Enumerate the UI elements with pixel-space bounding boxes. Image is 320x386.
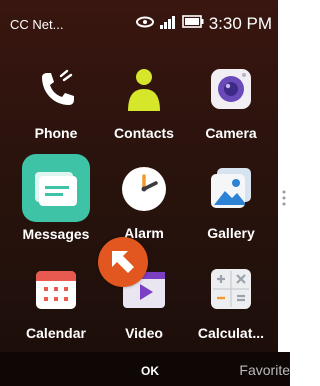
phone-device: CC Net... 3:30 PM Phone Contacts Camera … — [0, 0, 290, 386]
calendar-icon — [29, 262, 83, 316]
gallery-icon — [204, 162, 258, 216]
alarm-icon — [117, 162, 171, 216]
camera-icon — [204, 62, 258, 116]
app-calendar[interactable]: Calendar — [10, 254, 102, 354]
pointer-cursor-icon — [98, 237, 148, 287]
app-gallery[interactable]: Gallery — [185, 154, 277, 254]
volte-icon — [135, 15, 154, 33]
softkey-favorite[interactable]: Favorite — [239, 362, 290, 378]
status-icons: 3:30 PM — [135, 14, 272, 34]
softkey-ok[interactable]: OK — [130, 364, 170, 378]
app-camera[interactable]: Camera — [185, 54, 277, 154]
messages-icon — [21, 153, 91, 223]
app-calculator[interactable]: Calculat... — [185, 254, 277, 354]
page-indicator — [278, 186, 290, 210]
status-bar: CC Net... 3:30 PM — [0, 0, 278, 48]
app-messages[interactable]: Messages — [10, 154, 102, 254]
home-screen: CC Net... 3:30 PM Phone Contacts Camera … — [0, 0, 278, 386]
app-label: Gallery — [207, 225, 255, 241]
app-phone[interactable]: Phone — [10, 54, 102, 154]
app-contacts[interactable]: Contacts — [98, 54, 190, 154]
carrier-name: CC Net... — [10, 17, 64, 32]
battery-icon — [181, 15, 204, 33]
signal-icon — [159, 15, 177, 34]
phone-icon — [29, 62, 83, 116]
clock-time: 3:30 PM — [208, 14, 272, 33]
contacts-icon — [117, 62, 171, 116]
app-label: Camera — [205, 125, 257, 141]
calculator-icon — [204, 262, 258, 316]
app-label: Calculat... — [197, 325, 265, 341]
softkey-bar: OK Favorite — [0, 352, 290, 386]
